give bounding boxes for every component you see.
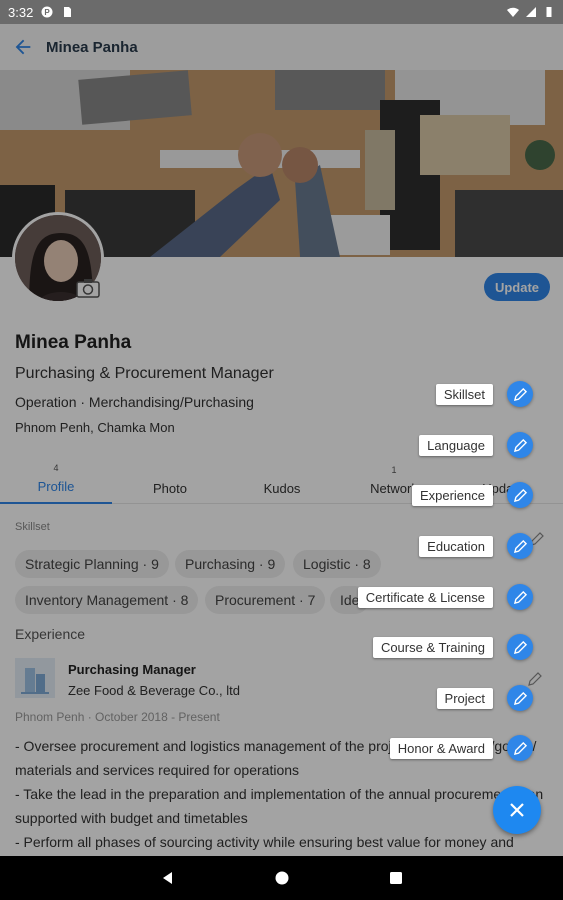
pencil-icon (513, 488, 527, 502)
battery-icon (546, 7, 552, 17)
fab-mini-project[interactable] (507, 685, 533, 711)
fab-label-project[interactable]: Project (436, 687, 493, 709)
fab-item-language[interactable]: Language (419, 432, 533, 458)
nav-recents-icon[interactable] (388, 870, 404, 886)
sd-card-icon (64, 7, 72, 17)
fab-item-course-training[interactable]: Course & Training (372, 634, 533, 660)
pencil-icon (513, 387, 527, 401)
close-icon (510, 803, 524, 817)
fab-close-button[interactable] (493, 786, 541, 834)
fab-mini-honor-award[interactable] (507, 735, 533, 761)
fab-label-experience[interactable]: Experience (411, 484, 493, 506)
system-nav-bar (0, 856, 563, 900)
pencil-icon (513, 741, 527, 755)
fab-item-education[interactable]: Education (419, 533, 533, 559)
wifi-icon (507, 7, 519, 17)
fab-mini-certificate-license[interactable] (507, 584, 533, 610)
fab-label-education[interactable]: Education (419, 535, 493, 557)
status-bar: 3:32 P (0, 0, 563, 24)
fab-item-honor-award[interactable]: Honor & Award (389, 735, 533, 761)
pencil-icon (513, 539, 527, 553)
status-time: 3:32 (8, 4, 34, 20)
fab-label-language[interactable]: Language (419, 434, 493, 456)
fab-label-honor-award[interactable]: Honor & Award (389, 737, 493, 759)
fab-mini-education[interactable] (507, 533, 533, 559)
fab-label-skillset[interactable]: Skillset (435, 383, 493, 405)
fab-item-experience[interactable]: Experience (411, 482, 533, 508)
pencil-icon (513, 438, 527, 452)
fab-mini-course-training[interactable] (507, 634, 533, 660)
fab-mini-experience[interactable] (507, 482, 533, 508)
pencil-icon (513, 590, 527, 604)
fab-item-skillset[interactable]: Skillset (435, 381, 533, 407)
fab-item-project[interactable]: Project (436, 685, 533, 711)
fab-mini-skillset[interactable] (507, 381, 533, 407)
fab-label-course-training[interactable]: Course & Training (372, 636, 493, 658)
svg-text:P: P (45, 8, 51, 17)
fab-item-certificate-license[interactable]: Certificate & License (357, 584, 533, 610)
nav-home-icon[interactable] (274, 870, 290, 886)
nav-back-icon[interactable] (160, 870, 176, 886)
signal-icon (526, 7, 536, 17)
fab-label-certificate-license[interactable]: Certificate & License (357, 586, 493, 608)
pencil-icon (513, 640, 527, 654)
notification-p-icon: P (41, 6, 53, 18)
pencil-icon (513, 691, 527, 705)
fab-mini-language[interactable] (507, 432, 533, 458)
